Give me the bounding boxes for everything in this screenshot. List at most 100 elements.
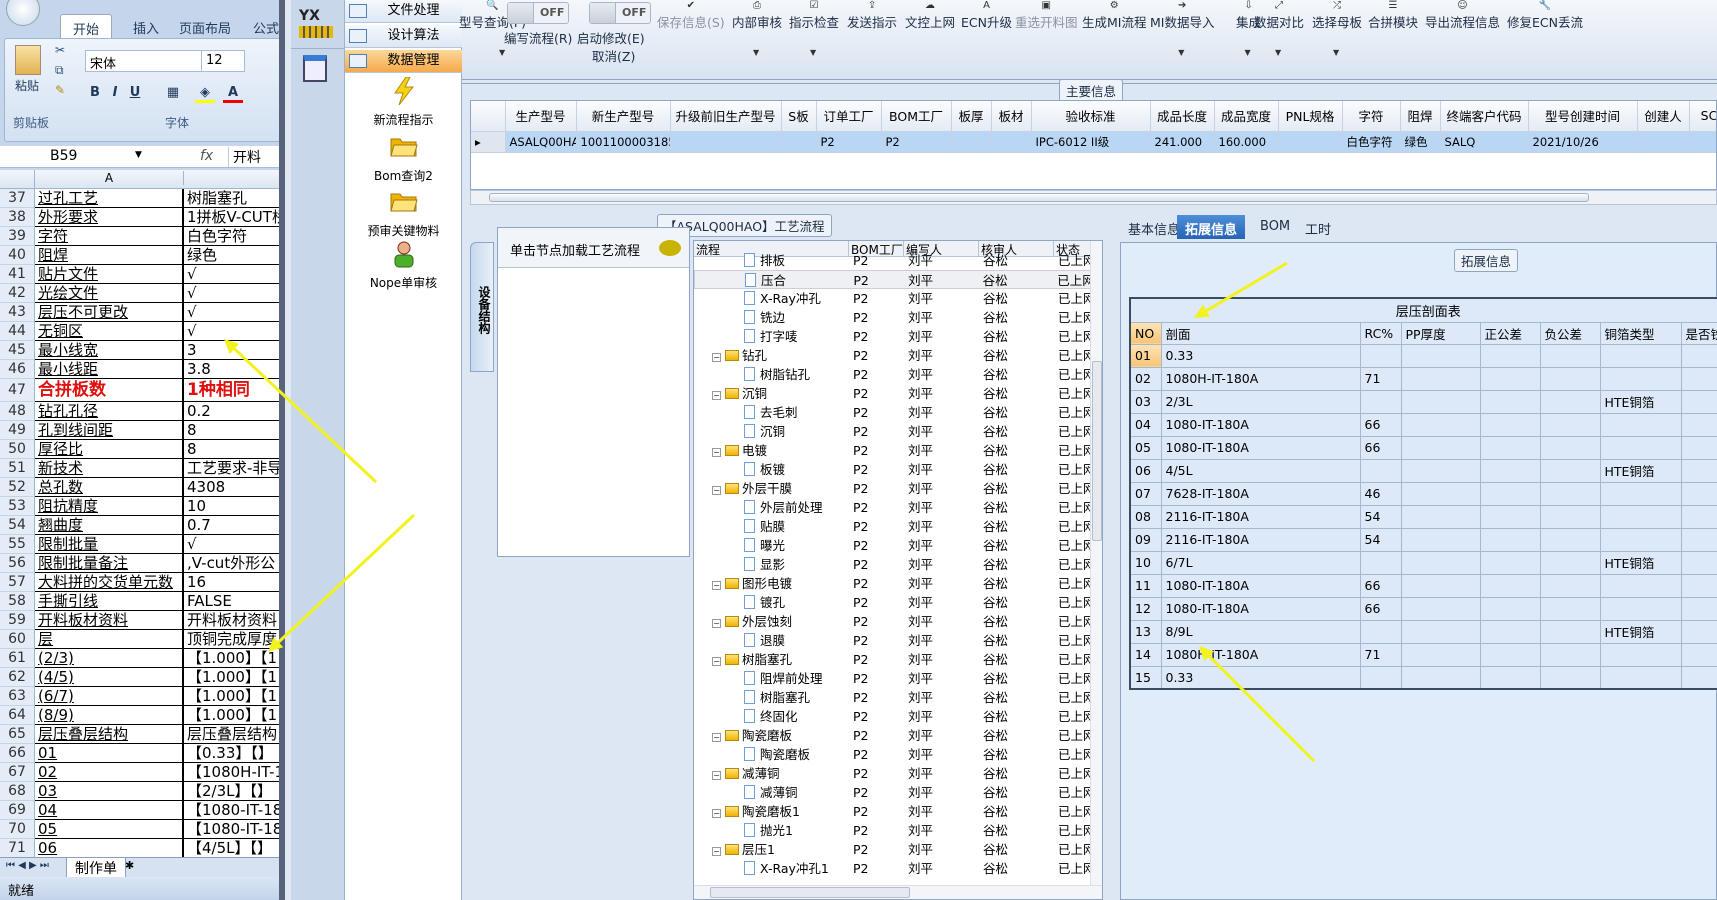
- column-header[interactable]: 铜箔类型: [1600, 322, 1682, 345]
- cell-a[interactable]: 手撕引线: [35, 592, 184, 610]
- cell[interactable]: [1540, 505, 1601, 529]
- tree-node[interactable]: 减薄铜 P2 刘平 谷松 已上网: [694, 783, 1092, 802]
- borders-icon[interactable]: ▦: [163, 83, 183, 103]
- cell-a[interactable]: 贴片文件: [35, 265, 184, 283]
- cell[interactable]: [1681, 482, 1717, 506]
- toolbar-button[interactable]: A ECN升级: [961, 1, 1012, 31]
- cell[interactable]: 08: [1130, 505, 1162, 529]
- cell[interactable]: 54: [1360, 505, 1402, 529]
- column-header[interactable]: S板: [781, 101, 817, 132]
- font-name-select[interactable]: 宋体: [85, 50, 203, 72]
- cell[interactable]: [1480, 367, 1541, 391]
- cell-a[interactable]: 06: [35, 839, 184, 857]
- cell[interactable]: [1681, 367, 1717, 391]
- cell[interactable]: [1681, 620, 1717, 644]
- new-sheet-icon[interactable]: ✱: [125, 859, 134, 872]
- cell[interactable]: [1600, 597, 1682, 621]
- cell[interactable]: 10: [1130, 551, 1162, 575]
- cell[interactable]: [1401, 551, 1481, 575]
- collapse-icon[interactable]: −: [712, 847, 721, 856]
- cell[interactable]: [1480, 643, 1541, 667]
- table-row[interactable]: 13 8/9L HTE铜箔: [1130, 620, 1717, 644]
- copy-icon[interactable]: ⧉: [55, 63, 64, 78]
- column-header[interactable]: SC: [1689, 101, 1716, 132]
- cell[interactable]: [1600, 482, 1682, 506]
- cell[interactable]: [1360, 551, 1402, 575]
- table-row[interactable]: 01 0.33: [1130, 344, 1717, 368]
- cell-a[interactable]: 字符: [35, 227, 184, 245]
- cell[interactable]: [1600, 344, 1682, 368]
- cell[interactable]: [1480, 436, 1541, 460]
- chevron-down-icon[interactable]: ▼: [499, 48, 505, 57]
- cell[interactable]: 2116-IT-180A: [1161, 528, 1361, 552]
- cell[interactable]: 66: [1360, 574, 1402, 598]
- tree-node[interactable]: 树脂钻孔 P2 刘平 谷松 已上网: [694, 365, 1092, 384]
- cell[interactable]: [1480, 574, 1541, 598]
- tree-node[interactable]: X-Ray冲孔 P2 刘平 谷松 已上网: [694, 289, 1092, 308]
- cell-a[interactable]: 新技术: [35, 459, 184, 477]
- row-number[interactable]: 39: [0, 227, 35, 246]
- cell[interactable]: P2: [816, 131, 882, 153]
- ribbon-tab[interactable]: 开始: [60, 14, 112, 38]
- cell-a[interactable]: 最小线宽: [35, 341, 184, 359]
- sheet-nav-arrows-icon[interactable]: ⏮ ◀ ▶ ⏭: [6, 860, 49, 871]
- nav-menu-item[interactable]: 文件处理: [345, 0, 462, 23]
- tree-node[interactable]: 陶瓷磨板 P2 刘平 谷松 已上网: [694, 745, 1092, 764]
- cell[interactable]: 15: [1130, 666, 1162, 690]
- cell[interactable]: [670, 131, 782, 153]
- chevron-down-icon[interactable]: ▼: [1178, 48, 1184, 57]
- cell[interactable]: [1360, 666, 1402, 690]
- cell[interactable]: [1600, 666, 1682, 690]
- paste-button[interactable]: 粘贴: [15, 77, 39, 94]
- cell[interactable]: [781, 131, 817, 153]
- cell-b[interactable]: 【1.000】【1: [184, 668, 279, 686]
- column-header[interactable]: 剖面: [1161, 322, 1361, 345]
- row-number[interactable]: 56: [0, 554, 35, 573]
- cell-a[interactable]: (4/5): [35, 668, 184, 686]
- toolbar-button[interactable]: ⚙ 生成MI流程: [1082, 1, 1146, 31]
- cell[interactable]: 绿色: [1400, 131, 1441, 153]
- cell[interactable]: [1401, 643, 1481, 667]
- row-number[interactable]: 41: [0, 265, 35, 284]
- cell-b[interactable]: √: [184, 322, 279, 340]
- tree-node[interactable]: 终固化 P2 刘平 谷松 已上网: [694, 707, 1092, 726]
- row-number[interactable]: 68: [0, 782, 35, 801]
- font-color-icon[interactable]: A: [223, 83, 243, 103]
- cell[interactable]: HTE铜箔: [1600, 620, 1682, 644]
- row-number[interactable]: 53: [0, 497, 35, 516]
- cell-a[interactable]: 翘曲度: [35, 516, 184, 534]
- row-number[interactable]: 65: [0, 725, 35, 744]
- cell-b[interactable]: √: [184, 265, 279, 283]
- cell[interactable]: [1540, 597, 1601, 621]
- tree-node[interactable]: 镀孔 P2 刘平 谷松 已上网: [694, 593, 1092, 612]
- collapse-icon[interactable]: −: [712, 391, 721, 400]
- table-row[interactable]: 08 2116-IT-180A 54: [1130, 505, 1717, 529]
- column-header[interactable]: 板材: [991, 101, 1032, 132]
- cell[interactable]: [1480, 413, 1541, 437]
- cell[interactable]: [1401, 620, 1481, 644]
- cell-a[interactable]: 开料板材资料: [35, 611, 184, 629]
- column-a-header[interactable]: A: [35, 171, 184, 185]
- cell-b[interactable]: 3.8: [184, 360, 279, 378]
- cell[interactable]: 46: [1360, 482, 1402, 506]
- column-header[interactable]: 正公差: [1480, 322, 1541, 345]
- cell[interactable]: [1401, 344, 1481, 368]
- column-header[interactable]: 是否铣: [1681, 322, 1717, 345]
- format-painter-icon[interactable]: ✎: [55, 83, 65, 97]
- cell-b[interactable]: 【2/3L】【】: [184, 782, 279, 800]
- cell[interactable]: HTE铜箔: [1600, 459, 1682, 483]
- cell-b[interactable]: 层压叠层结构: [184, 725, 279, 743]
- start-modify-toggle[interactable]: OFF: [589, 2, 651, 24]
- cell[interactable]: 13: [1130, 620, 1162, 644]
- font-size-select[interactable]: 12: [201, 50, 245, 72]
- cut-icon[interactable]: ✂: [55, 43, 65, 57]
- column-header[interactable]: 订单工厂: [816, 101, 882, 132]
- cell-a[interactable]: 05: [35, 820, 184, 838]
- row-number[interactable]: 43: [0, 303, 35, 322]
- cell[interactable]: 12: [1130, 597, 1162, 621]
- cell[interactable]: [1681, 666, 1717, 690]
- cell[interactable]: [1681, 459, 1717, 483]
- toolbar-button[interactable]: ☰ 合拼模块: [1368, 1, 1418, 31]
- column-header[interactable]: 负公差: [1540, 322, 1601, 345]
- table-row[interactable]: 07 7628-IT-180A 46: [1130, 482, 1717, 506]
